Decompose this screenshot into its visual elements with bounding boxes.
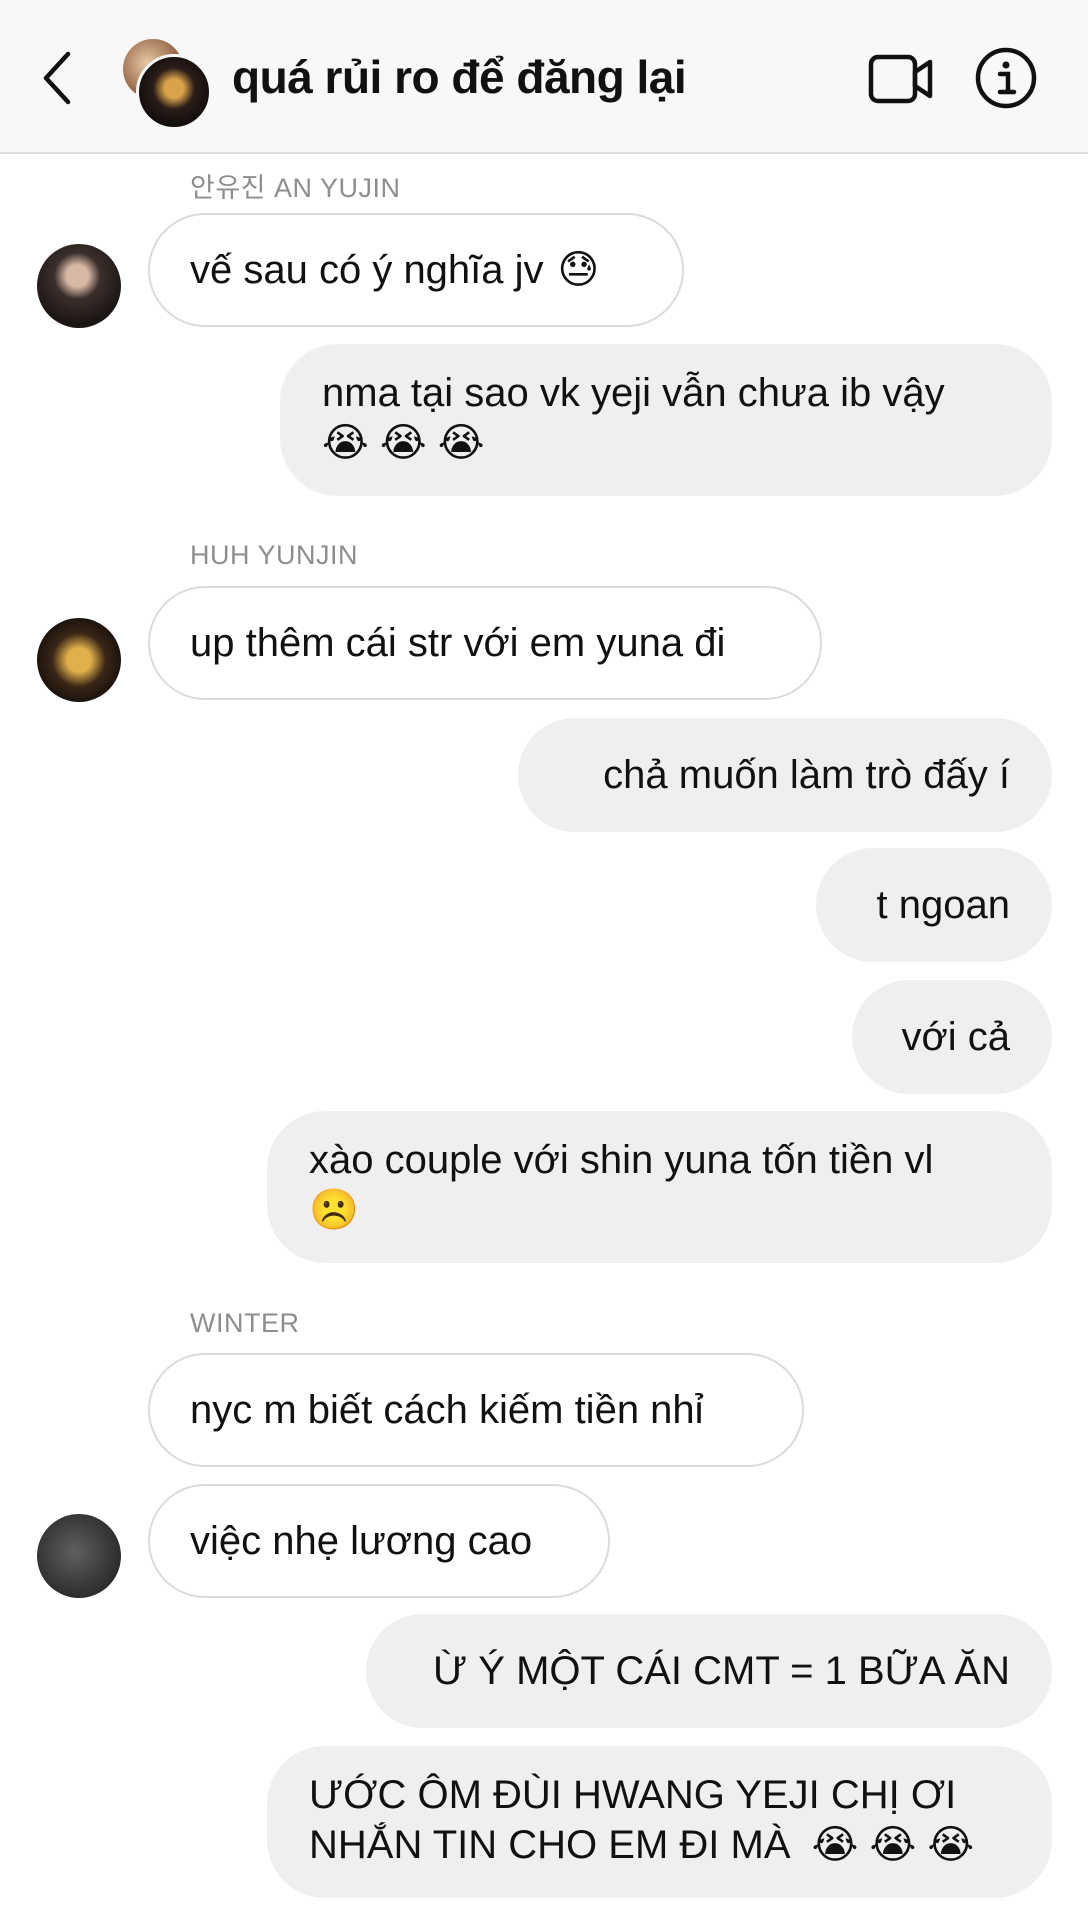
video-call-icon[interactable] — [868, 52, 934, 106]
message-bubble[interactable]: việc nhẹ lương cao — [148, 1484, 610, 1598]
message-bubble[interactable]: vế sau có ý nghĩa jv 😓 — [148, 213, 684, 327]
sender-name: 안유진 AN YUJIN — [190, 173, 401, 203]
message-text: với cả — [901, 1015, 1010, 1059]
message-text: việc nhẹ lương cao — [190, 1519, 533, 1563]
sender-name: WINTER — [190, 1308, 300, 1338]
message-text: Ừ Ý MỘT CÁI CMT = 1 BỮA ĂN — [433, 1649, 1010, 1693]
message-text: nma tại sao vk yeji vẫn chưa ib vậy — [322, 371, 945, 415]
message-bubble[interactable]: với cả — [852, 980, 1052, 1094]
chat-header: quá rủi ro để đăng lại — [0, 0, 1088, 154]
message-text: xào couple với shin yuna tốn tiền vl — [309, 1138, 934, 1182]
group-avatar-front — [136, 54, 212, 130]
message-text: NHẮN TIN CHO EM ĐI MÀ — [309, 1823, 791, 1867]
chat-title[interactable]: quá rủi ro để đăng lại — [232, 50, 687, 104]
sweat-emoji-icon: 😓 — [557, 248, 600, 292]
avatar[interactable] — [37, 244, 121, 328]
message-text: up thêm cái str với em yuna đi — [190, 621, 726, 665]
message-bubble[interactable]: Ừ Ý MỘT CÁI CMT = 1 BỮA ĂN — [366, 1614, 1052, 1728]
message-text: nyc m biết cách kiếm tiền nhỉ — [190, 1388, 704, 1432]
group-avatar[interactable] — [120, 36, 212, 130]
avatar[interactable] — [37, 618, 121, 702]
sender-name: HUH YUNJIN — [190, 540, 359, 570]
message-bubble[interactable]: chả muốn làm trò đấy í — [518, 718, 1052, 832]
frown-emoji-icon: ☹️ — [309, 1188, 359, 1232]
message-bubble[interactable]: nyc m biết cách kiếm tiền nhỉ — [148, 1353, 804, 1467]
back-arrow-icon[interactable] — [38, 48, 78, 108]
crying-emoji-icon: 😭 😭 😭 — [811, 1823, 975, 1867]
message-text: ƯỚC ÔM ĐÙI HWANG YEJI CHỊ ƠI — [309, 1773, 957, 1817]
message-text: t ngoan — [876, 883, 1010, 927]
crying-emoji-icon: 😭 😭 😭 — [322, 421, 485, 465]
message-bubble[interactable]: t ngoan — [816, 848, 1052, 962]
message-text: chả muốn làm trò đấy í — [603, 753, 1010, 797]
info-icon[interactable] — [974, 46, 1038, 110]
message-bubble[interactable]: ƯỚC ÔM ĐÙI HWANG YEJI CHỊ ƠI NHẮN TIN CH… — [267, 1746, 1052, 1898]
message-bubble[interactable]: nma tại sao vk yeji vẫn chưa ib vậy 😭 😭 … — [280, 344, 1052, 496]
message-text: vế sau có ý nghĩa jv — [190, 248, 544, 292]
avatar[interactable] — [37, 1514, 121, 1598]
message-bubble[interactable]: up thêm cái str với em yuna đi — [148, 586, 822, 700]
message-bubble[interactable]: xào couple với shin yuna tốn tiền vl ☹️ — [267, 1111, 1052, 1263]
